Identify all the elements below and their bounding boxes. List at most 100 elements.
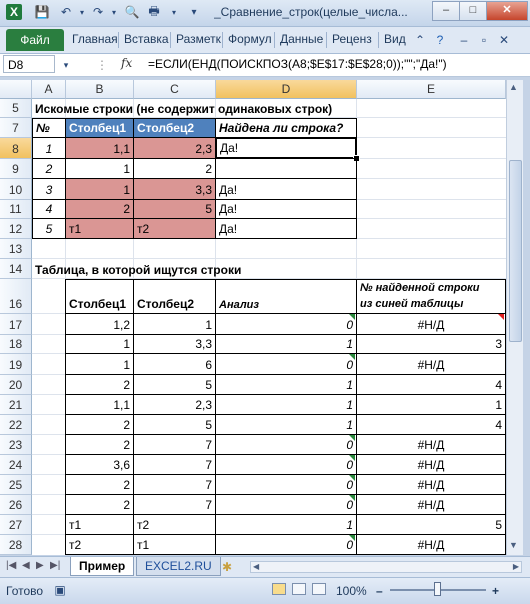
vertical-scrollbar[interactable]: ▲ ▼ [506, 80, 523, 555]
table-row: т2 [133, 218, 216, 239]
page-layout-view-icon[interactable] [292, 583, 306, 595]
row-header-17[interactable]: 17 [0, 314, 32, 335]
print-dropdown-icon[interactable]: ▾ [166, 4, 182, 20]
customize-toolbar-icon[interactable]: ▾ [186, 4, 202, 20]
insert-sheet-icon[interactable]: ✱ [222, 560, 232, 574]
error-indicator-icon [349, 535, 355, 541]
row-header-20[interactable]: 20 [0, 375, 32, 395]
first-sheet-icon[interactable]: |◀ [6, 560, 16, 571]
tab-insert[interactable]: Вставка [124, 32, 169, 46]
redo-dropdown-icon[interactable]: ▾ [106, 4, 122, 20]
print-preview-icon[interactable]: 🔍 [124, 4, 140, 20]
column-header-c[interactable]: C [134, 80, 216, 99]
normal-view-icon[interactable] [272, 583, 286, 595]
doc-close-button[interactable]: ✕ [496, 32, 512, 48]
select-all-corner[interactable] [0, 80, 32, 99]
horizontal-scrollbar[interactable]: ◀ ▶ [250, 561, 522, 573]
row-header-28[interactable]: 28 [0, 535, 32, 555]
active-cell-d8[interactable]: Да! [215, 137, 357, 159]
table2-title: Таблица, в которой ищутся строки [35, 263, 242, 277]
row-header-13[interactable]: 13 [0, 239, 32, 259]
undo-dropdown-icon[interactable]: ▾ [74, 4, 90, 20]
tab-page-layout[interactable]: Разметк [176, 32, 221, 46]
last-sheet-icon[interactable]: ▶| [50, 560, 60, 571]
scroll-right-icon[interactable]: ▶ [513, 562, 519, 571]
table-row: 5 [356, 514, 506, 535]
next-sheet-icon[interactable]: ▶ [36, 560, 44, 571]
sheet-tab-primer[interactable]: Пример [70, 557, 135, 576]
row-header-26[interactable]: 26 [0, 495, 32, 515]
tab-formulas[interactable]: Формул [228, 32, 272, 46]
error-indicator-icon [349, 475, 355, 481]
header-found: Найдена ли строка? [215, 118, 357, 138]
row-header-11[interactable]: 11 [0, 200, 32, 219]
help-icon[interactable]: ? [432, 32, 448, 48]
name-box-dropdown-icon[interactable]: ▾ [58, 57, 74, 73]
ribbon-collapse-icon[interactable]: ⌃ [412, 32, 428, 48]
table-row: 5 [133, 199, 216, 219]
excel-logo-icon[interactable]: X [6, 4, 22, 20]
column-header-d[interactable]: D [216, 80, 357, 99]
row-header-5[interactable]: 5 [0, 99, 32, 118]
file-tab[interactable]: Файл [6, 29, 64, 51]
table-row: #Н/Д [356, 353, 506, 375]
undo-icon[interactable]: ↶ [58, 4, 74, 20]
scroll-down-icon[interactable]: ▼ [509, 540, 518, 550]
table-row: т1 [133, 534, 216, 555]
tab-data[interactable]: Данные [280, 32, 323, 46]
page-break-view-icon[interactable] [312, 583, 326, 595]
tab-view[interactable]: Вид [384, 32, 406, 46]
row-header-9[interactable]: 9 [0, 159, 32, 179]
scroll-left-icon[interactable]: ◀ [253, 562, 259, 571]
row-header-24[interactable]: 24 [0, 455, 32, 475]
vertical-scroll-thumb[interactable] [509, 160, 522, 342]
column-header-e[interactable]: E [357, 80, 506, 99]
row-header-22[interactable]: 22 [0, 415, 32, 435]
redo-icon[interactable]: ↷ [90, 4, 106, 20]
table-row: 2 [65, 474, 134, 495]
table-row: т1 [65, 218, 134, 239]
tab-home[interactable]: Главная [72, 32, 118, 46]
error-indicator-icon [349, 435, 355, 441]
doc-restore-button[interactable]: ▫ [476, 32, 492, 48]
prev-sheet-icon[interactable]: ◀ [22, 560, 30, 571]
row-header-25[interactable]: 25 [0, 475, 32, 495]
save-icon[interactable]: 💾 [34, 4, 50, 20]
row-header-14[interactable]: 14 [0, 259, 32, 279]
row-header-18[interactable]: 18 [0, 335, 32, 354]
row-header-27[interactable]: 27 [0, 515, 32, 535]
row-header-21[interactable]: 21 [0, 395, 32, 415]
minimize-button[interactable]: – [432, 1, 460, 21]
window-title: _Сравнение_строк(целые_числа... [214, 5, 408, 19]
sheet-tab-excel2ru[interactable]: EXCEL2.RU [136, 557, 221, 576]
maximize-button[interactable]: □ [459, 1, 487, 21]
zoom-out-button[interactable]: – [376, 584, 383, 598]
table-row: 7 [133, 454, 216, 475]
row-header-7[interactable]: 7 [0, 118, 32, 138]
doc-minimize-button[interactable]: – [456, 32, 472, 48]
row-header-16[interactable]: 16 [0, 279, 32, 314]
table-row: 2 [65, 374, 134, 395]
column-header-a[interactable]: A [32, 80, 66, 99]
quick-print-icon[interactable]: 🖶 [146, 4, 162, 20]
macro-record-icon[interactable]: ▣ [52, 582, 68, 598]
row-header-23[interactable]: 23 [0, 435, 32, 455]
close-button[interactable]: ✕ [486, 1, 528, 21]
worksheet-grid[interactable]: Искомые строки (не содержит одинаковых с… [32, 99, 506, 555]
name-box[interactable]: D8 [3, 55, 55, 73]
table-row: #Н/Д [356, 454, 506, 475]
column-header-b[interactable]: B [66, 80, 134, 99]
insert-function-button[interactable]: fx [121, 56, 132, 70]
zoom-in-button[interactable]: + [492, 584, 499, 598]
scroll-up-icon[interactable]: ▲ [509, 82, 518, 92]
formula-input[interactable]: =ЕСЛИ(ЕНД(ПОИСКПОЗ(A8;$E$17:$E$28;0));""… [148, 57, 447, 71]
zoom-slider-thumb[interactable] [434, 582, 441, 596]
row-header-8[interactable]: 8 [0, 138, 32, 159]
row-header-12[interactable]: 12 [0, 219, 32, 239]
header2-found-line1: № найденной строки [360, 282, 480, 294]
zoom-level[interactable]: 100% [336, 584, 367, 598]
table-row: 0 [215, 474, 357, 495]
tab-review[interactable]: Реценз [332, 32, 372, 46]
row-header-10[interactable]: 10 [0, 179, 32, 200]
row-header-19[interactable]: 19 [0, 354, 32, 375]
